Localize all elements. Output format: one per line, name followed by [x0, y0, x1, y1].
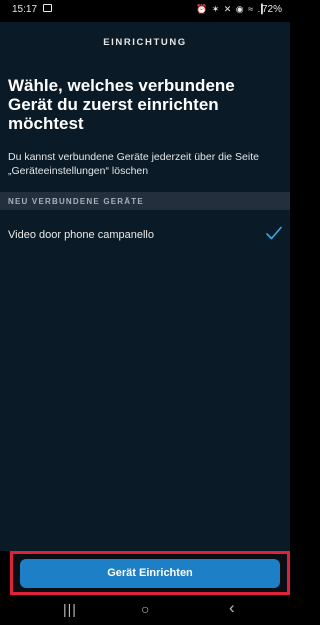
system-nav-bar: ||| ○ ‹: [0, 595, 290, 625]
status-time: 15:17: [12, 4, 38, 15]
battery-level: 72%: [261, 4, 282, 15]
gallery-icon: [43, 4, 52, 12]
footer-highlight: Gerät Einrichten: [10, 551, 290, 595]
status-icons: ⏰ ✶ ✕ ◉ ≈ .▎: [196, 4, 270, 14]
main-content: Wähle, welches verbundene Gerät du zuers…: [0, 66, 290, 551]
setup-heading: Wähle, welches verbundene Gerät du zuers…: [8, 76, 235, 133]
section-header-label: NEU VERBUNDENE GERÄTE: [8, 197, 144, 206]
section-header-new-devices: NEU VERBUNDENE GERÄTE: [0, 192, 290, 210]
page-title: EINRICHTUNG: [103, 37, 187, 48]
setup-device-button[interactable]: Gerät Einrichten: [20, 559, 280, 588]
device-list-item[interactable]: Video door phone campanello: [0, 224, 290, 252]
page-header: EINRICHTUNG: [0, 22, 290, 66]
status-bar: 15:17 ⏰ ✶ ✕ ◉ ≈ .▎ 72%: [0, 0, 290, 22]
checkmark-icon: [266, 226, 282, 240]
recents-button[interactable]: |||: [63, 601, 77, 617]
device-name: Video door phone campanello: [8, 229, 154, 241]
back-button[interactable]: ‹: [229, 598, 235, 618]
setup-subtitle: Du kannst verbundene Geräte jederzeit üb…: [8, 151, 259, 177]
home-button[interactable]: ○: [141, 601, 149, 617]
